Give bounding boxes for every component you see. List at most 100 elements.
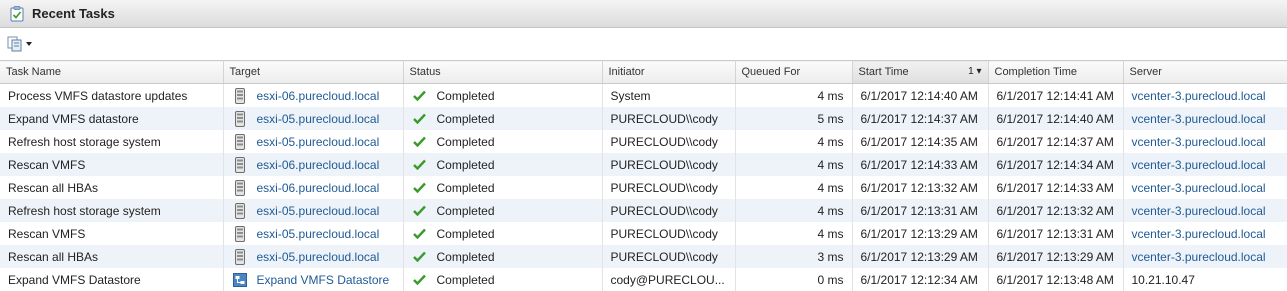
column-header-target[interactable]: Target (223, 61, 403, 84)
target-cell: esxi-05.purecloud.local (223, 222, 403, 245)
checkmark-icon (412, 111, 428, 127)
column-header-completion[interactable]: Completion Time (988, 61, 1123, 84)
server-link[interactable]: vcenter-3.purecloud.local (1132, 135, 1266, 149)
host-icon (232, 249, 248, 265)
export-list-button[interactable] (7, 36, 33, 52)
completion-time-cell: 6/1/2017 12:13:31 AM (988, 222, 1123, 245)
tasks-toolbar (0, 28, 1287, 60)
queued-for: 4 ms (817, 135, 843, 149)
initiator-cell: PURECLOUD\\cody (602, 130, 735, 153)
table-row[interactable]: Refresh host storage system esxi-05.purec… (0, 130, 1287, 153)
completion-time: 6/1/2017 12:13:48 AM (997, 273, 1114, 287)
column-header-label: Completion Time (995, 66, 1078, 78)
host-icon (232, 88, 248, 104)
status-cell: Completed (403, 176, 602, 199)
target-link[interactable]: esxi-06.purecloud.local (257, 89, 380, 103)
table-row[interactable]: Process VMFS datastore updates esxi-06.pu… (0, 84, 1287, 108)
server-link[interactable]: vcenter-3.purecloud.local (1132, 89, 1266, 103)
completion-time: 6/1/2017 12:14:37 AM (997, 135, 1114, 149)
status-text: Completed (437, 181, 495, 195)
task-name-cell: Refresh host storage system (0, 130, 223, 153)
completion-time: 6/1/2017 12:13:32 AM (997, 204, 1114, 218)
queued-for-cell: 4 ms (735, 176, 852, 199)
queued-for-cell: 4 ms (735, 84, 852, 108)
column-header-status[interactable]: Status (403, 61, 602, 84)
status-cell: Completed (403, 107, 602, 130)
task-name-cell: Refresh host storage system (0, 199, 223, 222)
table-row[interactable]: Refresh host storage system esxi-05.purec… (0, 199, 1287, 222)
start-time: 6/1/2017 12:13:29 AM (861, 250, 978, 264)
table-row[interactable]: Rescan VMFSesxi-06.purecloud.localComple… (0, 153, 1287, 176)
table-row[interactable]: Rescan VMFSesxi-05.purecloud.localComple… (0, 222, 1287, 245)
initiator-cell: PURECLOUD\\cody (602, 153, 735, 176)
completion-time-cell: 6/1/2017 12:14:37 AM (988, 130, 1123, 153)
initiator-cell: PURECLOUD\\cody (602, 199, 735, 222)
queued-for-cell: 4 ms (735, 199, 852, 222)
task-name-cell: Process VMFS datastore updates (0, 84, 223, 108)
server-link[interactable]: vcenter-3.purecloud.local (1132, 204, 1266, 218)
queued-for: 4 ms (817, 227, 843, 241)
completion-time-cell: 6/1/2017 12:13:32 AM (988, 199, 1123, 222)
task-name: Rescan all HBAs (8, 181, 98, 195)
server-link[interactable]: vcenter-3.purecloud.local (1132, 227, 1266, 241)
task-name: Refresh host storage system (8, 204, 161, 218)
table-row[interactable]: Expand VMFS DatastoreExpand VMFS Datasto… (0, 268, 1287, 291)
queued-for: 3 ms (817, 250, 843, 264)
target-cell: Expand VMFS Datastore (223, 268, 403, 291)
server-cell: vcenter-3.purecloud.local (1123, 245, 1287, 268)
target-link[interactable]: Expand VMFS Datastore (257, 273, 390, 287)
initiator-cell: System (602, 84, 735, 108)
server-cell: vcenter-3.purecloud.local (1123, 199, 1287, 222)
checkmark-icon (412, 180, 428, 196)
completion-time-cell: 6/1/2017 12:14:41 AM (988, 84, 1123, 108)
target-link[interactable]: esxi-05.purecloud.local (257, 250, 380, 264)
column-header-server[interactable]: Server (1123, 61, 1287, 84)
status-text: Completed (437, 204, 495, 218)
target-link[interactable]: esxi-05.purecloud.local (257, 227, 380, 241)
server-name: 10.21.10.47 (1132, 273, 1195, 287)
start-time-cell: 6/1/2017 12:14:35 AM (852, 130, 988, 153)
table-row[interactable]: Rescan all HBAs esxi-06.purecloud.local Co… (0, 176, 1287, 199)
server-cell: vcenter-3.purecloud.local (1123, 222, 1287, 245)
target-link[interactable]: esxi-05.purecloud.local (257, 204, 380, 218)
task-name-cell: Rescan all HBAs (0, 245, 223, 268)
column-header-task[interactable]: Task Name (0, 61, 223, 84)
initiator: PURECLOUD\\cody (611, 250, 718, 264)
start-time-cell: 6/1/2017 12:14:37 AM (852, 107, 988, 130)
column-header-label: Start Time (859, 66, 909, 78)
target-link[interactable]: esxi-05.purecloud.local (257, 112, 380, 126)
server-link[interactable]: vcenter-3.purecloud.local (1132, 181, 1266, 195)
task-name-cell: Rescan all HBAs (0, 176, 223, 199)
initiator-cell: PURECLOUD\\cody (602, 245, 735, 268)
checkmark-icon (412, 134, 428, 150)
column-header-initiator[interactable]: Initiator (602, 61, 735, 84)
column-header-label: Target (230, 66, 261, 78)
start-time-cell: 6/1/2017 12:13:29 AM (852, 222, 988, 245)
target-link[interactable]: esxi-06.purecloud.local (257, 158, 380, 172)
server-cell: 10.21.10.47 (1123, 268, 1287, 291)
start-time-cell: 6/1/2017 12:13:32 AM (852, 176, 988, 199)
table-row[interactable]: Rescan all HBAsesxi-05.purecloud.localCo… (0, 245, 1287, 268)
column-header-start[interactable]: Start Time1 ▾ (852, 61, 988, 84)
completion-time: 6/1/2017 12:13:31 AM (997, 227, 1114, 241)
start-time: 6/1/2017 12:13:31 AM (861, 204, 978, 218)
table-row[interactable]: Expand VMFS datastoreesxi-05.purecloud.l… (0, 107, 1287, 130)
panel-title: Recent Tasks (32, 6, 115, 21)
target-link[interactable]: esxi-05.purecloud.local (257, 135, 380, 149)
server-link[interactable]: vcenter-3.purecloud.local (1132, 112, 1266, 126)
target-cell: esxi-06.purecloud.local (223, 176, 403, 199)
initiator: PURECLOUD\\cody (611, 158, 718, 172)
server-cell: vcenter-3.purecloud.local (1123, 176, 1287, 199)
server-link[interactable]: vcenter-3.purecloud.local (1132, 158, 1266, 172)
status-text: Completed (437, 135, 495, 149)
column-header-queued[interactable]: Queued For (735, 61, 852, 84)
export-list-icon (7, 36, 25, 52)
chevron-down-icon (25, 40, 33, 48)
target-link[interactable]: esxi-06.purecloud.local (257, 181, 380, 195)
completion-time: 6/1/2017 12:14:34 AM (997, 158, 1114, 172)
server-link[interactable]: vcenter-3.purecloud.local (1132, 250, 1266, 264)
target-cell: esxi-05.purecloud.local (223, 199, 403, 222)
queued-for: 4 ms (817, 204, 843, 218)
task-name: Rescan all HBAs (8, 250, 98, 264)
task-name: Process VMFS datastore updates (8, 89, 187, 103)
